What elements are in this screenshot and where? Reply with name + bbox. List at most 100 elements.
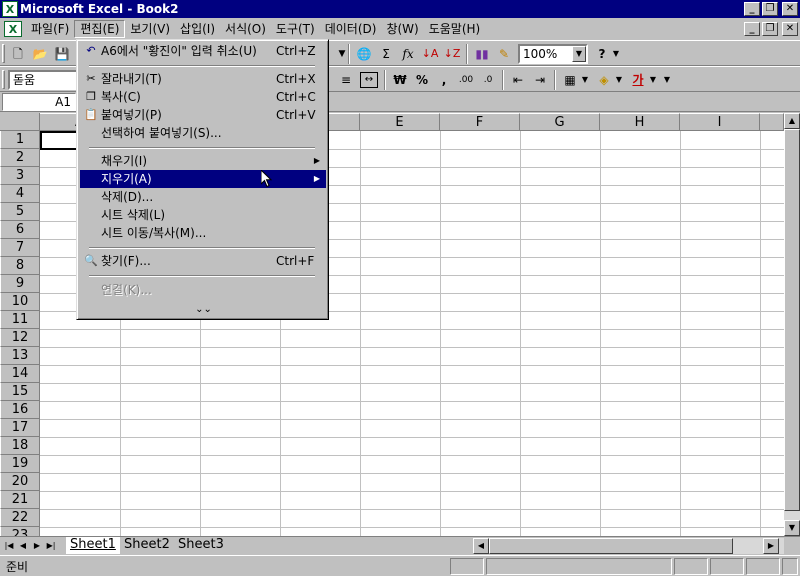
menu-data[interactable]: 데이터(D) xyxy=(320,20,382,38)
fill-color-dropdown-icon[interactable]: ▼ xyxy=(614,70,624,90)
function-icon[interactable]: fx xyxy=(398,44,418,64)
align-right-icon[interactable]: ≡ xyxy=(336,70,356,90)
row-header[interactable]: 4 xyxy=(0,185,40,203)
excel-icon[interactable]: X xyxy=(2,1,18,17)
menu-expand-chevron-icon[interactable]: ⌄⌄ xyxy=(77,304,330,315)
font-color-dropdown-icon[interactable]: ▼ xyxy=(648,70,658,90)
menu-find[interactable]: 🔍 찾기(F)... Ctrl+F xyxy=(80,252,326,270)
first-sheet-icon[interactable]: |◀ xyxy=(2,539,16,553)
comma-icon[interactable]: , xyxy=(434,70,454,90)
drawing-icon[interactable]: ✎ xyxy=(494,44,514,64)
scroll-up-icon[interactable]: ▲ xyxy=(784,113,800,129)
workbook-icon[interactable]: X xyxy=(4,21,22,37)
doc-restore-button[interactable]: ❐ xyxy=(762,22,778,36)
menu-cut[interactable]: ✂ 잘라내기(T) Ctrl+X xyxy=(80,70,326,88)
last-sheet-icon[interactable]: ▶| xyxy=(44,539,58,553)
menu-view[interactable]: 보기(V) xyxy=(125,20,175,38)
horizontal-scrollbar[interactable]: ◀ ▶ xyxy=(473,538,784,554)
scroll-left-icon[interactable]: ◀ xyxy=(473,538,489,554)
save-icon[interactable]: 💾 xyxy=(52,44,72,64)
autosum-icon[interactable]: Σ xyxy=(376,44,396,64)
row-header[interactable]: 7 xyxy=(0,239,40,257)
column-header[interactable]: H xyxy=(600,113,680,131)
row-header[interactable]: 6 xyxy=(0,221,40,239)
row-header[interactable]: 3 xyxy=(0,167,40,185)
menu-tools[interactable]: 도구(T) xyxy=(271,20,320,38)
menu-clear[interactable]: 지우기(A) ▶ xyxy=(80,170,326,188)
menu-fill[interactable]: 채우기(I) ▶ xyxy=(80,152,326,170)
increase-indent-icon[interactable]: ⇥ xyxy=(530,70,550,90)
web-globe-icon[interactable]: 🌐 xyxy=(354,44,374,64)
font-combo[interactable]: 돋움 xyxy=(8,70,80,90)
select-all-corner[interactable] xyxy=(0,113,40,131)
row-header[interactable]: 14 xyxy=(0,365,40,383)
row-header[interactable]: 22 xyxy=(0,509,40,527)
toolbar-grip[interactable] xyxy=(2,70,5,89)
open-folder-icon[interactable]: 📂 xyxy=(30,44,50,64)
row-header[interactable]: 19 xyxy=(0,455,40,473)
menu-help[interactable]: 도움말(H) xyxy=(424,20,486,38)
doc-minimize-button[interactable]: _ xyxy=(744,22,760,36)
row-header[interactable]: 23 xyxy=(0,527,40,536)
menu-insert[interactable]: 삽입(I) xyxy=(175,20,220,38)
size-grip[interactable] xyxy=(782,558,798,575)
toolbar-grip[interactable] xyxy=(2,44,5,63)
toolbar-options-icon[interactable]: ▼ xyxy=(610,44,622,64)
row-header[interactable]: 10 xyxy=(0,293,40,311)
row-header[interactable]: 16 xyxy=(0,401,40,419)
menu-edit[interactable]: 편집(E) xyxy=(74,20,126,38)
menu-copy[interactable]: ❐ 복사(C) Ctrl+C xyxy=(80,88,326,106)
column-header[interactable]: I xyxy=(680,113,760,131)
row-header[interactable]: 8 xyxy=(0,257,40,275)
row-header[interactable]: 9 xyxy=(0,275,40,293)
row-header[interactable]: 1 xyxy=(0,131,40,149)
new-file-icon[interactable]: 🗋 xyxy=(8,44,28,64)
sheet-tab-2[interactable]: Sheet2 xyxy=(120,537,174,554)
row-header[interactable]: 17 xyxy=(0,419,40,437)
scroll-right-icon[interactable]: ▶ xyxy=(763,538,779,554)
borders-dropdown-icon[interactable]: ▼ xyxy=(580,70,590,90)
minimize-button[interactable]: _ xyxy=(744,2,760,16)
row-header[interactable]: 12 xyxy=(0,329,40,347)
sort-ascending-icon[interactable]: ↓A xyxy=(420,44,440,64)
row-header[interactable]: 13 xyxy=(0,347,40,365)
column-header-partial[interactable] xyxy=(760,113,784,131)
menu-move-copy-sheet[interactable]: 시트 이동/복사(M)... xyxy=(80,224,326,242)
menu-format[interactable]: 서식(O) xyxy=(220,20,271,38)
close-button[interactable]: ✕ xyxy=(782,2,798,16)
prev-sheet-icon[interactable]: ◀ xyxy=(16,539,30,553)
zoom-combo[interactable]: 100% ▼ xyxy=(518,44,588,64)
font-color-icon[interactable]: 가 xyxy=(628,70,648,90)
row-header[interactable]: 2 xyxy=(0,149,40,167)
menu-paste[interactable]: 📋 붙여넣기(P) Ctrl+V xyxy=(80,106,326,124)
chevron-down-icon[interactable]: ▼ xyxy=(572,46,586,62)
chart-wizard-icon[interactable]: ▮▮ xyxy=(472,44,492,64)
scroll-thumb[interactable] xyxy=(784,129,800,511)
decrease-indent-icon[interactable]: ⇤ xyxy=(508,70,528,90)
row-header[interactable]: 5 xyxy=(0,203,40,221)
sort-descending-icon[interactable]: ↓Z xyxy=(442,44,462,64)
menu-delete[interactable]: 삭제(D)... xyxy=(80,188,326,206)
menu-window[interactable]: 창(W) xyxy=(381,20,423,38)
increase-decimal-icon[interactable]: .00 xyxy=(456,70,476,90)
percent-icon[interactable]: % xyxy=(412,70,432,90)
scroll-thumb[interactable] xyxy=(489,538,733,554)
decrease-decimal-icon[interactable]: .0 xyxy=(478,70,498,90)
menu-file[interactable]: 파일(F) xyxy=(26,20,74,38)
row-header[interactable]: 18 xyxy=(0,437,40,455)
next-sheet-icon[interactable]: ▶ xyxy=(30,539,44,553)
sheet-tab-1[interactable]: Sheet1 xyxy=(66,537,120,554)
sheet-tab-3[interactable]: Sheet3 xyxy=(174,537,228,554)
doc-close-button[interactable]: ✕ xyxy=(782,22,798,36)
menu-undo[interactable]: ↶ A6에서 "황진이" 입력 취소(U) Ctrl+Z xyxy=(80,42,326,60)
toolbar-options-icon[interactable]: ▼ xyxy=(662,70,672,90)
row-header[interactable]: 21 xyxy=(0,491,40,509)
fill-color-icon[interactable]: ◈ xyxy=(594,70,614,90)
vertical-scrollbar[interactable]: ▲ ▼ xyxy=(784,113,800,536)
restore-button[interactable]: ❐ xyxy=(762,2,778,16)
row-header[interactable]: 15 xyxy=(0,383,40,401)
currency-icon[interactable]: ₩ xyxy=(390,70,410,90)
merge-center-icon[interactable]: ↔ xyxy=(360,72,378,88)
column-header[interactable]: F xyxy=(440,113,520,131)
column-header[interactable]: G xyxy=(520,113,600,131)
